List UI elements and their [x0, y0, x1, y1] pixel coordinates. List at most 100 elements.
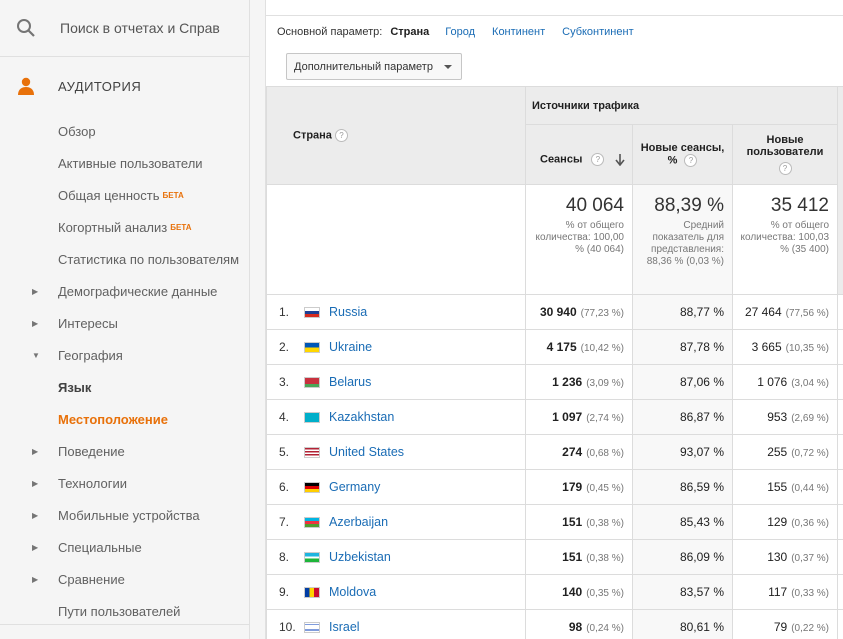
- sidebar-item[interactable]: Когортный анализ БЕТА: [0, 211, 249, 243]
- dimension-link-subcontinent[interactable]: Субконтинент: [562, 26, 633, 38]
- sidebar-item[interactable]: Активные пользователи: [0, 147, 249, 179]
- search-input[interactable]: Поиск в отчетах и Справк: [60, 20, 220, 36]
- sidebar-item[interactable]: ▼ География: [0, 339, 249, 371]
- table-row: 6. Germany 179 (0,45 %) 86,59 % 155 (0,44 %): [266, 469, 843, 505]
- new-sessions-cell: 86,09 %: [632, 539, 733, 575]
- dimension-selected[interactable]: Страна: [390, 26, 429, 38]
- sidebar-item[interactable]: ▶ Специальные: [0, 531, 249, 563]
- row-edge: [837, 329, 843, 365]
- search-bar[interactable]: Поиск в отчетах и Справк: [0, 0, 249, 57]
- new-sessions-cell: 86,59 %: [632, 469, 733, 505]
- sidebar-item[interactable]: ▶ Поведение: [0, 435, 249, 467]
- flag-icon: [304, 377, 320, 389]
- sidebar-item[interactable]: ▶ Мобильные устройства: [0, 499, 249, 531]
- country-link[interactable]: Belarus: [329, 375, 371, 389]
- caret-right-icon[interactable]: ▶: [32, 319, 38, 328]
- sessions-percent: (0,38 %): [586, 553, 624, 564]
- country-link[interactable]: Uzbekistan: [329, 550, 391, 564]
- sidebar-item-label: Активные пользователи: [58, 155, 203, 171]
- sidebar-item[interactable]: Обзор: [0, 115, 249, 147]
- dimension-link-city[interactable]: Город: [445, 26, 475, 38]
- new-users-cell: 155 (0,44 %): [731, 469, 839, 505]
- help-icon[interactable]: ?: [335, 129, 348, 142]
- col-header-country[interactable]: Страна ?: [266, 86, 526, 185]
- table-edge: [837, 86, 843, 295]
- sidebar-item-label: Мобильные устройства: [58, 507, 200, 523]
- flag-icon: [304, 342, 320, 354]
- sidebar-item[interactable]: Статистика по пользователям: [0, 243, 249, 275]
- sessions-percent: (0,45 %): [586, 483, 624, 494]
- new-users-value: 130: [767, 550, 788, 564]
- sessions-percent: (2,74 %): [586, 413, 624, 424]
- country-cell: 2. Ukraine: [266, 329, 526, 365]
- new-users-cell: 953 (2,69 %): [731, 399, 839, 435]
- sidebar-item[interactable]: ▶ Интересы: [0, 307, 249, 339]
- search-icon[interactable]: [0, 18, 52, 38]
- sidebar-item[interactable]: ▶ Сравнение: [0, 563, 249, 595]
- new-sessions-value: 86,59 %: [679, 480, 724, 494]
- country-link[interactable]: Azerbaijan: [329, 515, 388, 529]
- sessions-percent: (0,68 %): [586, 448, 624, 459]
- caret-right-icon[interactable]: ▶: [32, 287, 38, 296]
- country-link[interactable]: Kazakhstan: [329, 410, 394, 424]
- sidebar-item[interactable]: Язык: [0, 371, 249, 403]
- summary-new-sessions-value: 88,39 %: [654, 195, 724, 216]
- sessions-cell: 1 236 (3,09 %): [525, 364, 633, 400]
- caret-right-icon[interactable]: ▶: [32, 447, 38, 456]
- col-header-new-sessions[interactable]: Новые сеансы, % ?: [632, 124, 733, 185]
- help-icon[interactable]: ?: [684, 154, 698, 167]
- row-edge: [837, 434, 843, 470]
- secondary-dimension-label: Дополнительный параметр: [294, 60, 433, 73]
- country-cell: 6. Germany: [266, 469, 526, 505]
- country-link[interactable]: Germany: [329, 480, 380, 494]
- sidebar-item[interactable]: Пути пользователей: [0, 595, 249, 627]
- country-link[interactable]: United States: [329, 445, 404, 459]
- new-users-value: 27 464: [744, 305, 782, 319]
- row-edge: [837, 469, 843, 505]
- new-users-value: 953: [767, 410, 788, 424]
- sessions-cell: 1 097 (2,74 %): [525, 399, 633, 435]
- caret-right-icon[interactable]: ▶: [32, 479, 38, 488]
- flag-icon: [304, 517, 320, 529]
- col-header-new-users[interactable]: Новые пользователи ?: [731, 124, 839, 185]
- row-edge: [837, 609, 843, 639]
- sessions-value: 151: [562, 550, 583, 564]
- caret-right-icon[interactable]: ▶: [32, 575, 38, 584]
- sidebar-item[interactable]: ▶ Технологии: [0, 467, 249, 499]
- col-header-sessions[interactable]: Сеансы ?: [525, 124, 633, 185]
- dimension-link-continent[interactable]: Континент: [492, 26, 545, 38]
- help-icon[interactable]: ?: [591, 153, 605, 166]
- sidebar-item[interactable]: Общая ценность БЕТА: [0, 179, 249, 211]
- new-sessions-value: 87,78 %: [679, 340, 724, 354]
- col-new-users-label: Новые пользователи: [746, 134, 824, 158]
- country-link[interactable]: Ukraine: [329, 340, 372, 354]
- sessions-percent: (10,42 %): [580, 343, 624, 354]
- sort-down-icon[interactable]: [615, 153, 626, 166]
- sidebar-nav: Обзор Активные пользователи Общая ценность…: [0, 115, 249, 627]
- secondary-dimension-button[interactable]: Дополнительный параметр: [286, 53, 462, 80]
- caret-right-icon[interactable]: ▶: [32, 511, 38, 520]
- sidebar-item[interactable]: ▶ Демографические данные: [0, 275, 249, 307]
- sidebar-item[interactable]: Местоположение: [0, 403, 249, 435]
- summary-sessions-note: % от общего количества: 100,00 % (40 064…: [535, 220, 624, 255]
- new-sessions-cell: 87,78 %: [632, 329, 733, 365]
- new-sessions-value: 86,87 %: [679, 410, 724, 424]
- new-users-cell: 130 (0,37 %): [731, 539, 839, 575]
- country-link[interactable]: Russia: [329, 305, 367, 319]
- caret-right-icon[interactable]: ▶: [32, 543, 38, 552]
- table-row: 4. Kazakhstan 1 097 (2,74 %) 86,87 % 953 (2,69…: [266, 399, 843, 435]
- country-link[interactable]: Moldova: [329, 585, 376, 599]
- sessions-cell: 151 (0,38 %): [525, 539, 633, 575]
- data-table: Страна ? Источники трафика Сеансы ? Новы…: [266, 86, 843, 639]
- new-sessions-value: 87,06 %: [679, 375, 724, 389]
- row-number: 4.: [279, 410, 290, 424]
- sessions-value: 140: [562, 585, 583, 599]
- row-number: 8.: [279, 550, 290, 564]
- country-link[interactable]: Israel: [329, 620, 360, 634]
- help-icon[interactable]: ?: [778, 162, 792, 175]
- caret-down-icon[interactable]: ▼: [32, 351, 40, 360]
- section-audience[interactable]: АУДИТОРИЯ: [0, 57, 249, 115]
- report-main: Основной параметр: Страна Город Континен…: [250, 0, 843, 639]
- sidebar-item-label: Технологии: [58, 475, 128, 491]
- new-sessions-value: 85,43 %: [679, 515, 724, 529]
